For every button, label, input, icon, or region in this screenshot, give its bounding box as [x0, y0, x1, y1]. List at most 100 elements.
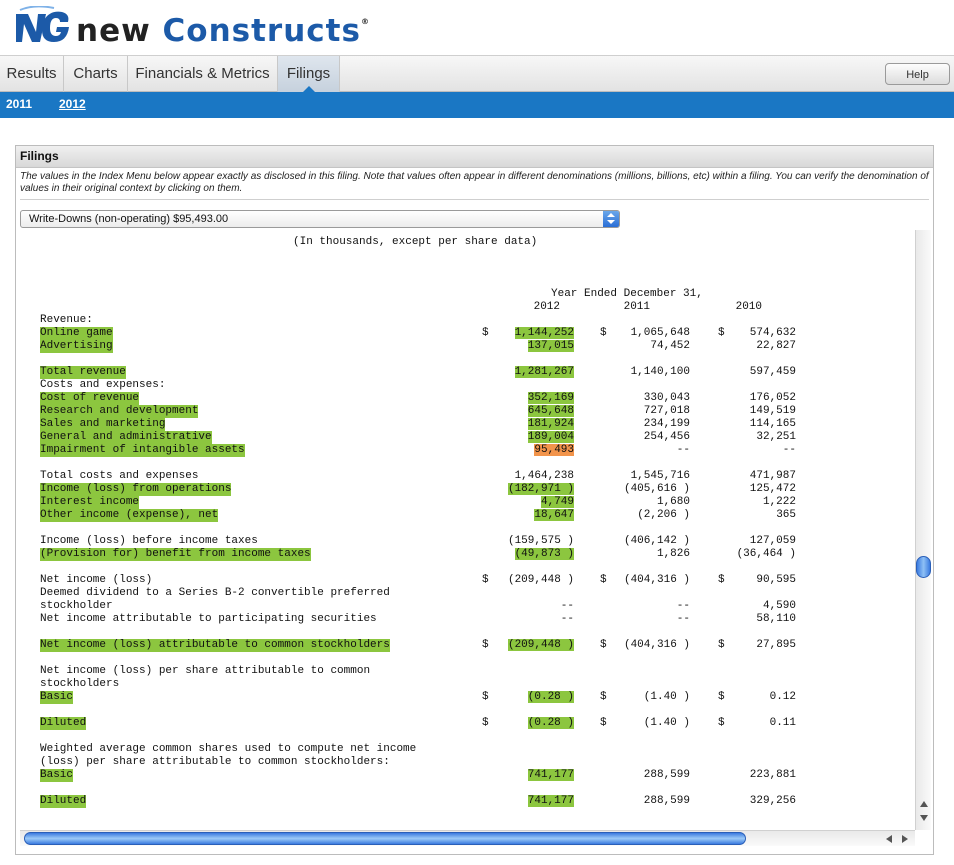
value-2012[interactable]: 189,004: [527, 431, 574, 443]
value-2012[interactable]: 1,281,267: [514, 366, 574, 378]
statement-row-label[interactable]: Income (loss) from operations: [40, 483, 232, 496]
statement-row-label: Revenue:: [40, 314, 93, 326]
trademark-mark: ®: [360, 17, 370, 26]
statement-row-label: stockholders: [40, 678, 120, 690]
value-cell: (404,316 ): [600, 639, 690, 652]
horizontal-scroll-thumb[interactable]: [24, 832, 746, 845]
value-2012[interactable]: 137,015: [527, 340, 574, 352]
tab-label: Results: [6, 65, 57, 82]
tab-financials-metrics[interactable]: Financials & Metrics: [128, 56, 278, 92]
value-cell: 127,059: [716, 535, 796, 548]
value-2012[interactable]: (0.28 ): [527, 691, 574, 703]
vertical-scroll-thumb[interactable]: [916, 556, 931, 578]
value-cell: (404,316 ): [600, 574, 690, 587]
scroll-left-arrow-icon[interactable]: [886, 835, 892, 843]
value-cell: (2,206 ): [600, 509, 690, 522]
statement-row-label[interactable]: Advertising: [40, 340, 113, 353]
vertical-scrollbar[interactable]: [915, 230, 931, 830]
value-cell: (406,142 ): [600, 535, 690, 548]
statement-row-label[interactable]: Other income (expense), net: [40, 509, 219, 522]
statement-row-label: stockholder: [40, 600, 113, 612]
value-2012[interactable]: 181,924: [527, 418, 574, 430]
statement-row-label[interactable]: Diluted: [40, 795, 87, 808]
currency-symbol: $: [600, 691, 607, 703]
value-2012: (209,448 ): [507, 574, 574, 586]
value-cell: 645,648: [484, 405, 574, 418]
statement-row-label[interactable]: Basic: [40, 769, 74, 782]
value-2012: (159,575 ): [507, 535, 574, 547]
horizontal-scrollbar[interactable]: [20, 830, 915, 846]
value-cell: (0.28 ): [484, 691, 574, 704]
tab-label: Charts: [73, 65, 118, 82]
value-cell: --: [600, 613, 690, 626]
value-2011: 74,452: [650, 340, 690, 352]
value-2012[interactable]: 1,144,252: [514, 327, 574, 339]
new-constructs-logo-icon: [16, 6, 69, 42]
help-button[interactable]: Help: [885, 63, 950, 85]
statement-row-label[interactable]: Sales and marketing: [40, 418, 166, 431]
statement-row-label[interactable]: (Provision for) benefit from income taxe…: [40, 548, 311, 561]
tab-results[interactable]: Results: [0, 56, 64, 92]
tab-charts[interactable]: Charts: [64, 56, 128, 92]
value-2011: 727,018: [643, 405, 690, 417]
value-cell: 329,256: [716, 795, 796, 808]
value-2010: --: [782, 444, 796, 456]
value-2010: 4,590: [762, 600, 796, 612]
value-2011: 1,826: [656, 548, 690, 560]
filings-panel: Filings The values in the Index Menu bel…: [15, 145, 934, 855]
value-2012[interactable]: 741,177: [527, 795, 574, 807]
statement-row-label[interactable]: Diluted: [40, 717, 87, 730]
scroll-up-arrow-icon[interactable]: [920, 801, 928, 807]
value-cell: 74,452: [600, 340, 690, 353]
value-2011: 254,456: [643, 431, 690, 443]
year-link-2011[interactable]: 2011: [6, 92, 32, 118]
statement-row-label[interactable]: Total revenue: [40, 366, 126, 379]
value-2012[interactable]: (0.28 ): [527, 717, 574, 729]
currency-symbol: $: [482, 691, 489, 703]
statement-row-label[interactable]: Cost of revenue: [40, 392, 140, 405]
value-2012[interactable]: 352,169: [527, 392, 574, 404]
year-bar: 2011 2012: [0, 92, 954, 118]
value-cell: 18,647: [484, 509, 574, 522]
value-2012[interactable]: 645,648: [527, 405, 574, 417]
value-cell: 125,472: [716, 483, 796, 496]
index-menu-select[interactable]: Write-Downs (non-operating) $95,493.00: [20, 210, 620, 228]
year-link-2012[interactable]: 2012: [59, 92, 86, 118]
value-2010: 365: [776, 509, 796, 521]
tab-filings[interactable]: Filings: [278, 56, 340, 93]
value-2011: 234,199: [643, 418, 690, 430]
value-2012[interactable]: 18,647: [534, 509, 574, 521]
statement-row-label[interactable]: Interest income: [40, 496, 140, 509]
value-cell: 288,599: [600, 769, 690, 782]
scroll-right-arrow-icon[interactable]: [902, 835, 908, 843]
value-cell: 176,052: [716, 392, 796, 405]
value-cell: 254,456: [600, 431, 690, 444]
statement-row-label[interactable]: Impairment of intangible assets: [40, 444, 245, 457]
value-cell: (1.40 ): [600, 691, 690, 704]
value-cell: (0.28 ): [484, 717, 574, 730]
value-cell: 1,222: [716, 496, 796, 509]
tab-label: Filings: [286, 65, 331, 82]
value-cell: 32,251: [716, 431, 796, 444]
value-2010: 471,987: [749, 470, 796, 482]
value-cell: 1,545,716: [600, 470, 690, 483]
value-2011: 288,599: [643, 769, 690, 781]
value-2012[interactable]: 741,177: [527, 769, 574, 781]
value-2012[interactable]: (209,448 ): [507, 639, 574, 651]
value-2012: --: [560, 600, 574, 612]
scroll-down-arrow-icon[interactable]: [920, 815, 928, 821]
value-2012[interactable]: 95,493: [534, 444, 574, 456]
value-2012[interactable]: (182,971 ): [507, 483, 574, 495]
statement-row-label[interactable]: Basic: [40, 691, 74, 704]
value-2012[interactable]: 4,749: [540, 496, 574, 508]
currency-symbol: $: [718, 717, 725, 729]
value-2012[interactable]: (49,873 ): [514, 548, 574, 560]
statement-row-label[interactable]: Net income (loss) attributable to common…: [40, 639, 390, 652]
value-cell: --: [484, 613, 574, 626]
statement-row-label[interactable]: Research and development: [40, 405, 199, 418]
value-2011: (405,616 ): [623, 483, 690, 495]
statement-row-label[interactable]: Online game: [40, 327, 113, 340]
brand-name-new: new: [76, 13, 151, 49]
value-cell: 471,987: [716, 470, 796, 483]
statement-row-label[interactable]: General and administrative: [40, 431, 212, 444]
